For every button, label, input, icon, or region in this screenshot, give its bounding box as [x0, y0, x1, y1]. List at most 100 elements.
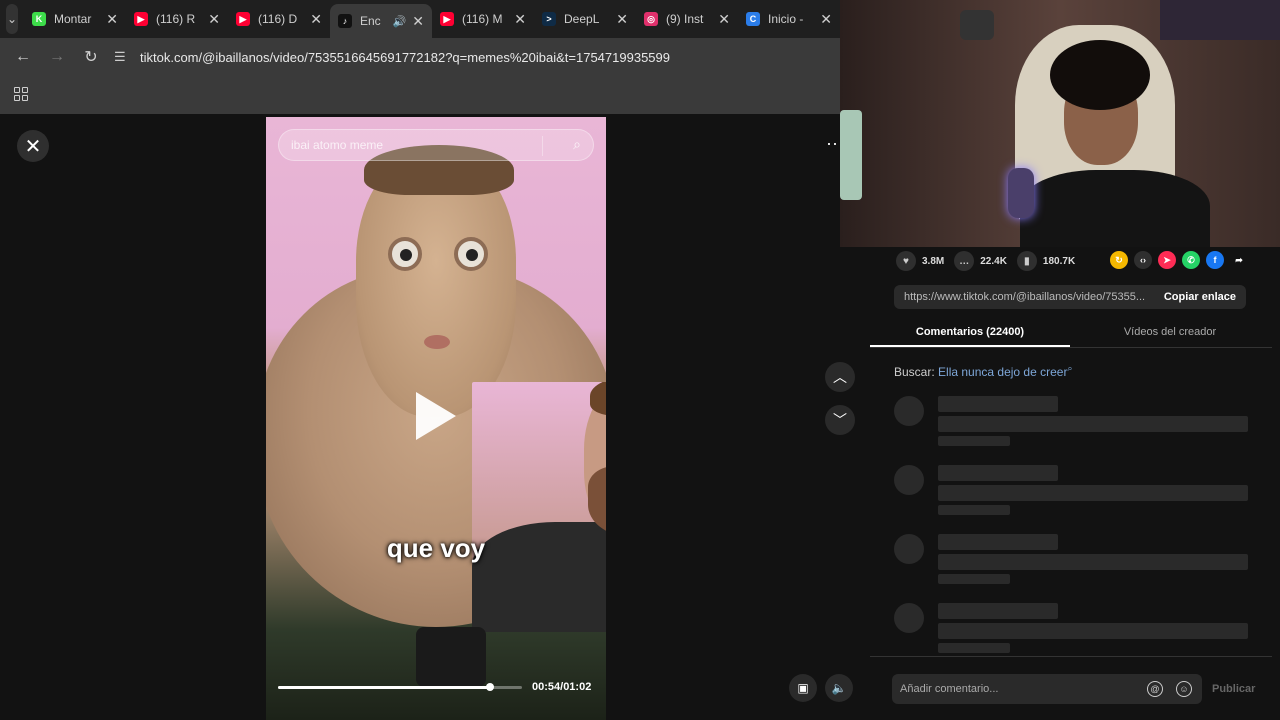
publish-button[interactable]: Publicar: [1212, 683, 1255, 695]
close-icon: ✕: [24, 135, 42, 158]
comment-placeholder: Añadir comentario...: [900, 683, 999, 695]
search-query-link[interactable]: Ella nunca dejo de creer: [938, 365, 1067, 379]
share-repost-icon[interactable]: ↻: [1110, 251, 1128, 269]
comment-search-suggestion: Buscar: Ella nunca dejo de creer⌕: [894, 363, 1073, 379]
share-link-box: https://www.tiktok.com/@ibaillanos/video…: [894, 285, 1246, 309]
floating-player-button[interactable]: ▣: [789, 674, 817, 702]
tab-close-icon[interactable]: ✕: [208, 11, 220, 28]
apps-grid-icon[interactable]: [14, 87, 28, 101]
previous-video-button[interactable]: ︿: [825, 362, 855, 392]
save-stat[interactable]: ▮ 180.7K: [1016, 251, 1076, 271]
share-link-text[interactable]: https://www.tiktok.com/@ibaillanos/video…: [894, 291, 1154, 303]
tab-title: (116) R: [156, 12, 196, 26]
comment-input[interactable]: Añadir comentario... @ ☺: [892, 674, 1202, 704]
site-settings-icon[interactable]: ☰: [114, 49, 140, 65]
video-frame-eye: [388, 237, 422, 271]
facebook-icon[interactable]: f: [1206, 251, 1224, 269]
video-player[interactable]: ibai atomo meme ⌕ que voy 00:54/01:02: [266, 117, 606, 720]
forward-button[interactable]: →: [40, 42, 74, 72]
close-video-button[interactable]: ✕: [17, 130, 49, 162]
tab-title: (116) D: [258, 12, 298, 26]
share-arrow-icon[interactable]: ➦: [1230, 251, 1248, 269]
tab-favicon-icon: ▶: [440, 12, 454, 26]
comment-skeleton: [894, 603, 1254, 653]
forward-arrow-icon: →: [49, 48, 65, 65]
comment-icon: …: [954, 251, 975, 271]
tab-close-icon[interactable]: ✕: [106, 11, 118, 28]
comment-skeleton: [894, 534, 1254, 584]
tab-close-icon[interactable]: ✕: [616, 11, 628, 28]
tab-favicon-icon: >: [542, 12, 556, 26]
video-caption: que voy: [386, 533, 486, 563]
chevron-up-icon: ︿: [833, 369, 847, 385]
chevron-down-icon: ⌄: [6, 12, 18, 26]
engagement-stats: ♥ 3.8M … 22.4K ▮ 180.7K: [896, 251, 1085, 271]
like-count: 3.8M: [922, 255, 945, 267]
tab-favicon-icon: ▶: [134, 12, 148, 26]
tab-favicon-icon: ▶: [236, 12, 250, 26]
video-stage: ✕ ibai atomo meme ⌕ que voy 00:54/01:02 …: [0, 114, 870, 720]
browser-tab[interactable]: C Inicio - ✕: [738, 4, 840, 34]
panel-tabs: Comentarios (22400) Vídeos del creador: [870, 318, 1272, 348]
tab-audio-icon[interactable]: 🔊: [393, 15, 407, 28]
video-progress-knob[interactable]: [486, 683, 495, 691]
browser-tab[interactable]: ▶ (116) D ✕: [228, 4, 330, 34]
video-frame-head: [356, 157, 516, 417]
browser-tab[interactable]: ▶ (116) R ✕: [126, 4, 228, 34]
comment-skeleton: [894, 465, 1254, 515]
search-prefix: Buscar:: [894, 365, 935, 379]
browser-tab[interactable]: K Montar ✕: [24, 4, 126, 34]
send-icon[interactable]: ➤: [1158, 251, 1176, 269]
next-video-button[interactable]: ﹀: [825, 405, 855, 435]
tab-close-icon[interactable]: ✕: [412, 13, 424, 30]
tab-favicon-icon: K: [32, 12, 46, 26]
search-icon: ⌕: [1067, 363, 1073, 373]
tab-close-icon[interactable]: ✕: [820, 11, 832, 28]
tab-close-icon[interactable]: ✕: [718, 11, 730, 28]
back-button[interactable]: ←: [6, 42, 40, 72]
url-field[interactable]: ☰ tiktok.com/@ibaillanos/video/753551664…: [114, 42, 840, 72]
mention-icon[interactable]: @: [1147, 681, 1163, 697]
tab-title: (9) Inst: [666, 12, 704, 26]
back-arrow-icon: ←: [15, 48, 31, 65]
video-search-bar[interactable]: ibai atomo meme ⌕: [278, 129, 594, 161]
floating-player-icon: ▣: [797, 681, 809, 695]
video-frame-mouth: [424, 335, 450, 349]
tab-comments[interactable]: Comentarios (22400): [870, 318, 1070, 347]
comment-skeleton: [894, 396, 1254, 446]
video-progress-bar[interactable]: [278, 683, 522, 691]
address-bar: ← → ↻ ☰ tiktok.com/@ibaillanos/video/753…: [0, 38, 840, 76]
embed-icon[interactable]: ‹›: [1134, 251, 1152, 269]
tab-creator-videos[interactable]: Vídeos del creador: [1070, 318, 1270, 347]
tab-close-icon[interactable]: ✕: [310, 11, 322, 28]
like-stat[interactable]: ♥ 3.8M: [896, 251, 944, 271]
tab-favicon-icon: ♪: [338, 14, 352, 28]
tab-strip: K Montar ✕ ▶ (116) R ✕ ▶ (116) D ✕ ♪ Enc 🔊 ✕ ▶ (116) M…: [24, 0, 840, 38]
speaker-icon: 🔈: [831, 681, 847, 695]
video-frame-eye: [454, 237, 488, 271]
tab-search-button[interactable]: ⌄: [6, 4, 18, 34]
tab-title: Inicio -: [768, 12, 804, 26]
search-icon[interactable]: ⌕: [573, 136, 581, 153]
play-icon[interactable]: [416, 392, 456, 440]
video-frame-person-overlay: [472, 382, 606, 632]
volume-button[interactable]: 🔈: [825, 674, 853, 702]
tab-title: DeepL: [564, 12, 600, 26]
browser-tab[interactable]: ◎ (9) Inst ✕: [636, 4, 738, 34]
comment-stat[interactable]: … 22.4K: [954, 251, 1007, 271]
bookmarks-bar: [0, 76, 840, 114]
comment-count: 22.4K: [980, 255, 1007, 267]
chevron-down-icon: ﹀: [833, 412, 847, 428]
tab-close-icon[interactable]: ✕: [514, 11, 526, 28]
whatsapp-icon[interactable]: ✆: [1182, 251, 1200, 269]
tab-title: Montar: [54, 12, 92, 26]
copy-link-button[interactable]: Copiar enlace: [1154, 291, 1246, 303]
save-count: 180.7K: [1042, 255, 1076, 267]
emoji-icon[interactable]: ☺: [1176, 681, 1192, 697]
browser-tab[interactable]: > DeepL ✕: [534, 4, 636, 34]
browser-tab-bar: ⌄ K Montar ✕ ▶ (116) R ✕ ▶ (116) D ✕ ♪ Enc 🔊 ✕ ▶ (116)…: [0, 0, 840, 38]
browser-tab[interactable]: ♪ Enc 🔊 ✕: [330, 4, 432, 38]
screen: ⌄ K Montar ✕ ▶ (116) R ✕ ▶ (116) D ✕ ♪ Enc 🔊 ✕ ▶ (116)…: [0, 0, 1280, 720]
reload-button[interactable]: ↻: [74, 42, 108, 72]
browser-tab[interactable]: ▶ (116) M ✕: [432, 4, 534, 34]
